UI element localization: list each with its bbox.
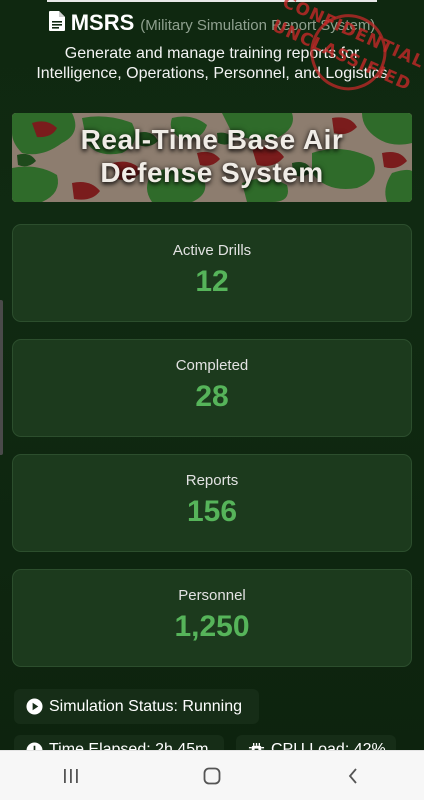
hero-banner: Real-Time Base Air Defense System xyxy=(12,113,412,202)
simulation-status: Simulation Status: Running xyxy=(14,689,259,724)
app-screen: MSRS (Military Simulation Report System)… xyxy=(0,0,424,750)
document-icon xyxy=(48,11,65,31)
stat-card-completed: Completed 28 xyxy=(12,339,412,437)
stat-value: 12 xyxy=(195,265,229,298)
home-button[interactable] xyxy=(182,756,242,796)
stat-card-active-drills: Active Drills 12 xyxy=(12,224,412,322)
stat-label: Reports xyxy=(185,472,239,489)
system-nav-bar xyxy=(0,750,424,800)
cpu-load-text: CPU Load: 42% xyxy=(271,741,386,750)
banner-title-line-2: Defense System xyxy=(100,157,324,188)
edge-panel-handle[interactable] xyxy=(0,300,3,455)
back-button[interactable] xyxy=(323,756,383,796)
tagline: Generate and manage training reports for… xyxy=(0,44,424,84)
page-header: MSRS (Military Simulation Report System)… xyxy=(0,10,424,84)
time-elapsed: Time Elapsed: 2h 45m xyxy=(14,735,224,750)
brand-name: MSRS xyxy=(70,10,135,35)
stat-label: Active Drills xyxy=(172,242,252,259)
stat-card-personnel: Personnel 1,250 xyxy=(12,569,412,667)
stat-label: Personnel xyxy=(178,587,246,604)
cpu-icon xyxy=(248,742,265,750)
stat-value: 156 xyxy=(186,495,238,528)
banner-title-line-1: Real-Time Base Air xyxy=(80,124,344,155)
tagline-line-1: Generate and manage training reports for xyxy=(64,45,360,62)
brand-row: MSRS (Military Simulation Report System) xyxy=(0,10,424,36)
brand-subtitle: (Military Simulation Report System) xyxy=(140,17,376,34)
recent-apps-button[interactable] xyxy=(41,756,101,796)
home-icon xyxy=(203,767,221,784)
cpu-load: CPU Load: 42% xyxy=(236,735,396,750)
play-circle-icon xyxy=(26,698,43,715)
back-icon xyxy=(349,767,357,784)
stat-value: 28 xyxy=(195,380,229,413)
stat-label: Completed xyxy=(175,357,249,374)
banner-title: Real-Time Base Air Defense System xyxy=(12,123,412,189)
clock-icon xyxy=(26,741,43,750)
top-divider xyxy=(47,0,377,2)
time-elapsed-text: Time Elapsed: 2h 45m xyxy=(49,741,209,750)
simulation-status-text: Simulation Status: Running xyxy=(49,697,242,715)
tagline-line-2: Intelligence, Operations, Personnel, and… xyxy=(36,65,388,82)
stat-card-reports: Reports 156 xyxy=(12,454,412,552)
stat-value: 1,250 xyxy=(174,610,250,643)
recent-apps-icon xyxy=(63,768,78,783)
